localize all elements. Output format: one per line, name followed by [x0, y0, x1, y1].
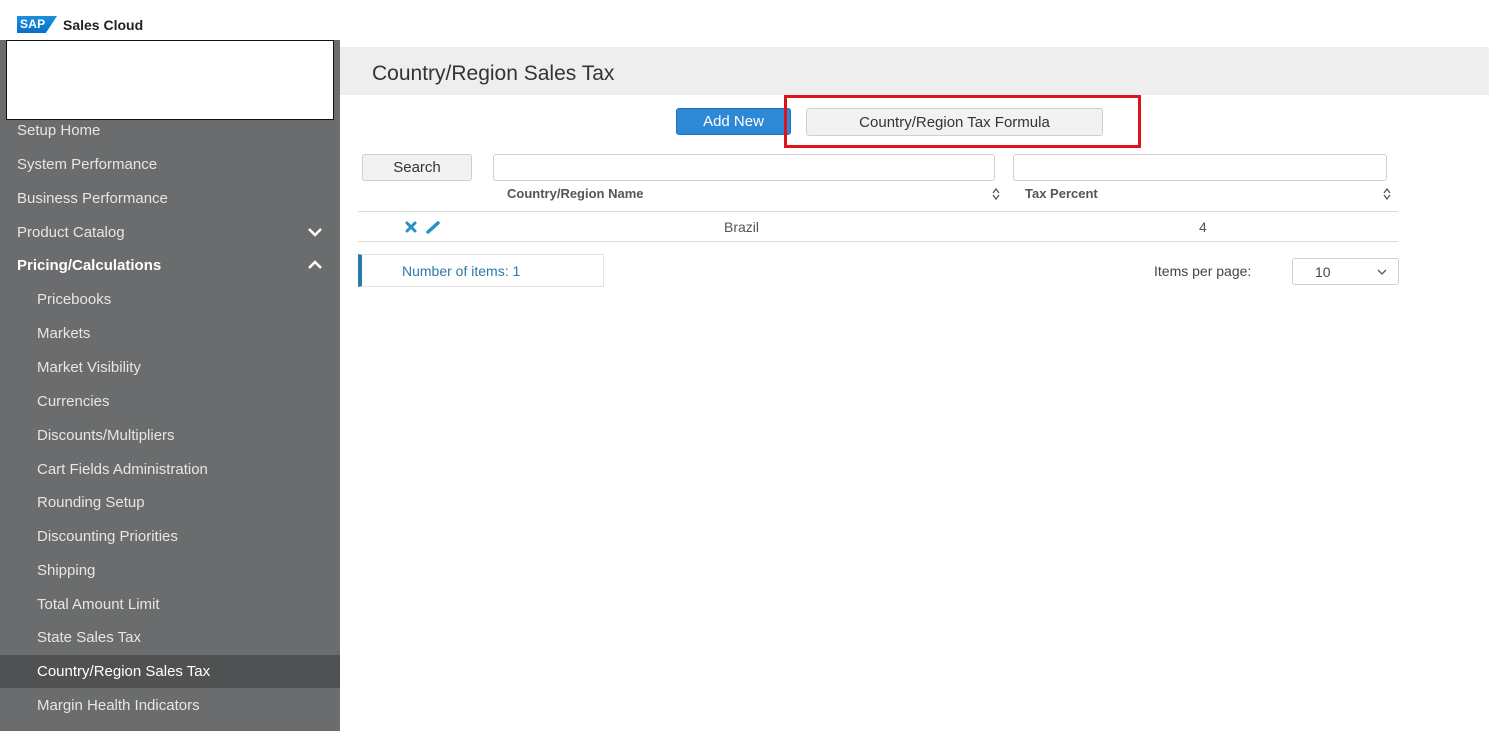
- sidebar-item-market-visibility[interactable]: Market Visibility: [0, 351, 340, 384]
- items-per-page-value: 10: [1315, 263, 1331, 280]
- product-name: Sales Cloud: [63, 17, 144, 33]
- sidebar-redacted-area: [6, 40, 334, 120]
- table-cell-tax: 4: [1199, 219, 1207, 235]
- items-per-page-label: Items per page:: [1154, 263, 1252, 279]
- sidebar-item-product-catalog[interactable]: Product Catalog: [0, 216, 340, 249]
- sidebar-item-label: Total Amount Limit: [37, 596, 160, 613]
- sidebar-item-label: Pricebooks: [37, 291, 112, 308]
- sidebar-item-label: Product Catalog: [17, 224, 125, 241]
- sidebar-item-margin-health-indicators[interactable]: Margin Health Indicators: [0, 689, 340, 722]
- sap-logo-text: SAP: [20, 17, 46, 31]
- column-header-tax-percent[interactable]: Tax Percent: [1025, 186, 1098, 201]
- sidebar-item-country-region-sales-tax[interactable]: Country/Region Sales Tax: [0, 655, 340, 688]
- add-new-button[interactable]: Add New: [676, 108, 791, 135]
- country-name-filter-input[interactable]: [493, 154, 995, 181]
- sidebar-item-discounts-multipliers[interactable]: Discounts/Multipliers: [0, 419, 340, 452]
- sidebar-item-discounting-priorities[interactable]: Discounting Priorities: [0, 520, 340, 553]
- page-header: Country/Region Sales Tax: [340, 47, 1489, 95]
- sidebar-item-label: Pricing/Calculations: [17, 257, 162, 274]
- items-per-page-select[interactable]: 10: [1292, 258, 1399, 285]
- sidebar-item-label: Business Performance: [17, 190, 168, 207]
- sidebar-item-label: Discounts/Multipliers: [37, 427, 175, 444]
- chevron-down-icon: [1377, 269, 1387, 275]
- highlight-box: [784, 95, 1141, 148]
- sidebar-item-markets[interactable]: Markets: [0, 317, 340, 350]
- sidebar-item-business-performance[interactable]: Business Performance: [0, 182, 340, 215]
- sidebar-item-pricing-calculations[interactable]: Pricing/Calculations: [0, 249, 340, 282]
- sidebar-item-total-amount-limit[interactable]: Total Amount Limit: [0, 588, 340, 621]
- search-button[interactable]: Search: [362, 154, 472, 181]
- sort-icon[interactable]: [992, 188, 1000, 200]
- table-cell-country: Brazil: [724, 219, 760, 235]
- item-count-badge: Number of items: 1: [358, 254, 604, 287]
- sidebar-item-label: Cart Fields Administration: [37, 461, 208, 478]
- sidebar-item-label: State Sales Tax: [37, 629, 141, 646]
- sidebar-item-shipping[interactable]: Shipping: [0, 554, 340, 587]
- chevron-up-icon[interactable]: [307, 259, 323, 271]
- sidebar-item-label: Margin Health Indicators: [37, 697, 200, 714]
- sidebar-item-label: Currencies: [37, 393, 110, 410]
- sidebar-item-label: Market Visibility: [37, 359, 141, 376]
- table-row-divider: [358, 241, 1398, 242]
- sidebar-item-label: Rounding Setup: [37, 494, 145, 511]
- top-bar: SAP Sales Cloud: [0, 0, 1489, 40]
- sidebar-item-label: Discounting Priorities: [37, 528, 178, 545]
- sidebar-item-system-performance[interactable]: System Performance: [0, 148, 340, 181]
- sidebar-item-label: System Performance: [17, 156, 158, 173]
- sort-icon[interactable]: [1383, 188, 1391, 200]
- sidebar-item-state-sales-tax[interactable]: State Sales Tax: [0, 621, 340, 654]
- tax-percent-filter-input[interactable]: [1013, 154, 1387, 181]
- table-header-divider: [358, 211, 1398, 212]
- sidebar-item-label: Setup Home: [17, 122, 101, 139]
- sidebar-item-rounding-setup[interactable]: Rounding Setup: [0, 486, 340, 519]
- sidebar-item-currencies[interactable]: Currencies: [0, 385, 340, 418]
- sidebar-item-setup-home[interactable]: Setup Home: [0, 114, 340, 147]
- item-count-label: Number of items: 1: [402, 262, 521, 279]
- chevron-down-icon[interactable]: [307, 226, 323, 238]
- sidebar-item-label: Shipping: [37, 562, 96, 579]
- page-title: Country/Region Sales Tax: [372, 62, 615, 85]
- delete-icon[interactable]: [404, 220, 418, 234]
- sidebar-item-label: Country/Region Sales Tax: [37, 663, 211, 680]
- sidebar-item-pricebooks[interactable]: Pricebooks: [0, 283, 340, 316]
- column-header-country-name[interactable]: Country/Region Name: [507, 186, 644, 201]
- sidebar-item-label: Markets: [37, 325, 91, 342]
- edit-icon[interactable]: [426, 220, 442, 234]
- sidebar-item-cart-fields-administration[interactable]: Cart Fields Administration: [0, 453, 340, 486]
